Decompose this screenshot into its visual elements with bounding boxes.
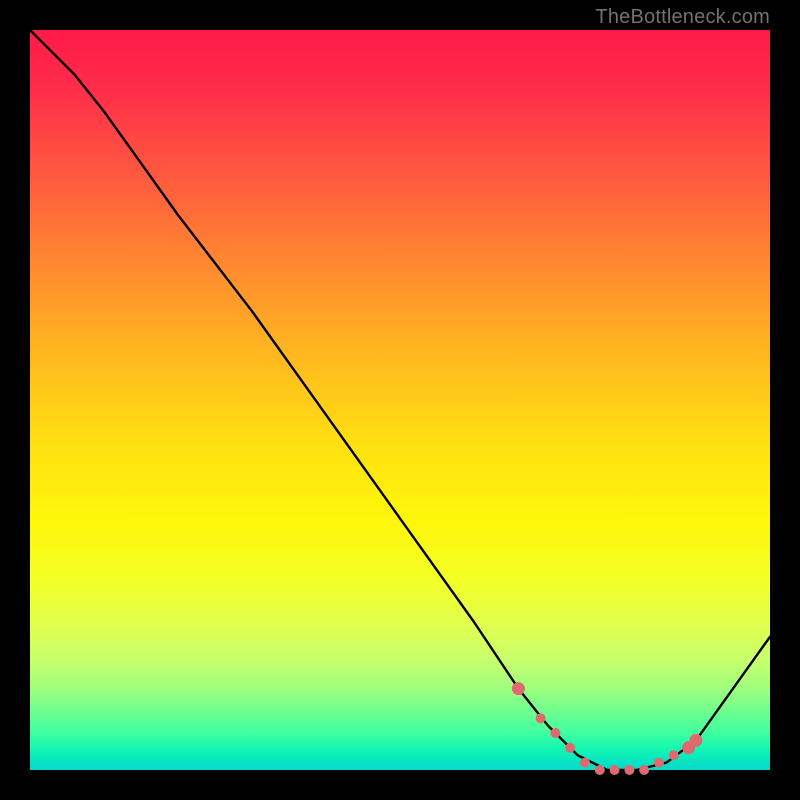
marker-dot — [639, 765, 649, 775]
marker-dot — [550, 728, 560, 738]
marker-dot — [536, 713, 546, 723]
marker-dot — [690, 734, 703, 747]
marker-dot — [669, 750, 679, 760]
marker-dot — [610, 765, 620, 775]
chart-frame: TheBottleneck.com — [0, 0, 800, 800]
marker-dot — [512, 682, 525, 695]
bottleneck-curve — [30, 30, 770, 770]
marker-dot — [654, 758, 664, 768]
marker-dot — [565, 743, 575, 753]
highlight-markers — [512, 682, 703, 775]
marker-dot — [580, 758, 590, 768]
plot-area — [30, 30, 770, 770]
marker-dot — [595, 765, 605, 775]
curve-layer — [30, 30, 770, 770]
attribution-text: TheBottleneck.com — [595, 6, 770, 29]
marker-dot — [624, 765, 634, 775]
